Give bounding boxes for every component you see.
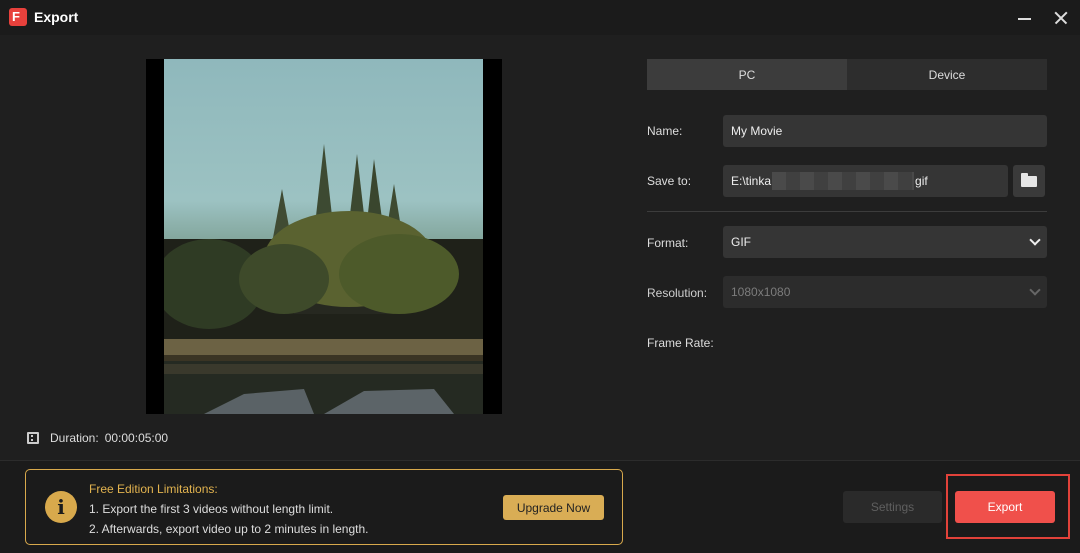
info-icon: i: [45, 491, 77, 523]
window-title: Export: [34, 9, 79, 25]
limitation-line-1: 1. Export the first 3 videos without len…: [89, 502, 334, 516]
close-button[interactable]: [1048, 5, 1074, 31]
frame-rate-label: Frame Rate:: [647, 336, 714, 350]
folder-icon: [1021, 173, 1037, 187]
footer-bar: i Free Edition Limitations: 1. Export th…: [0, 460, 1080, 553]
duration-value: 00:00:05:00: [104, 431, 169, 445]
video-preview: [146, 59, 502, 414]
save-path-suffix: gif: [915, 174, 928, 188]
format-select[interactable]: GIF: [723, 226, 1047, 258]
export-button[interactable]: Export: [955, 491, 1055, 523]
name-label: Name:: [647, 124, 683, 138]
redacted-path-mask: [772, 172, 915, 190]
preview-frame-image: [164, 59, 483, 414]
free-edition-notice: i Free Edition Limitations: 1. Export th…: [25, 469, 623, 545]
save-path-prefix: E:\tinka: [731, 174, 772, 188]
browse-folder-button[interactable]: [1013, 165, 1045, 197]
limitations-title: Free Edition Limitations:: [89, 482, 218, 496]
save-to-label: Save to:: [647, 174, 692, 188]
film-icon: [27, 432, 39, 444]
resolution-select[interactable]: 1080x1080: [723, 276, 1047, 308]
format-label: Format:: [647, 236, 689, 250]
limitation-line-2: 2. Afterwards, export video up to 2 minu…: [89, 522, 369, 536]
tab-device[interactable]: Device: [847, 59, 1047, 90]
section-divider: [647, 211, 1047, 212]
title-bar: F Export: [0, 0, 1080, 35]
save-path-input[interactable]: E:\tinka gif: [723, 165, 1008, 197]
settings-button[interactable]: Settings: [843, 491, 942, 523]
duration-label: Duration:: [50, 431, 99, 445]
name-input[interactable]: My Movie: [723, 115, 1047, 147]
export-target-tabs: PC Device: [647, 59, 1047, 90]
format-value: GIF: [731, 235, 751, 249]
name-value: My Movie: [731, 124, 783, 138]
resolution-label: Resolution:: [647, 286, 708, 300]
chevron-down-icon: [1029, 234, 1041, 246]
preview-scene: [164, 144, 483, 414]
tab-pc[interactable]: PC: [647, 59, 847, 90]
minimize-button[interactable]: [1012, 5, 1038, 31]
chevron-down-icon: [1029, 284, 1041, 296]
app-logo-icon: F: [9, 8, 27, 26]
upgrade-now-button[interactable]: Upgrade Now: [503, 495, 604, 520]
resolution-value: 1080x1080: [731, 285, 791, 299]
duration-info: Duration: 00:00:05:00: [27, 430, 168, 446]
